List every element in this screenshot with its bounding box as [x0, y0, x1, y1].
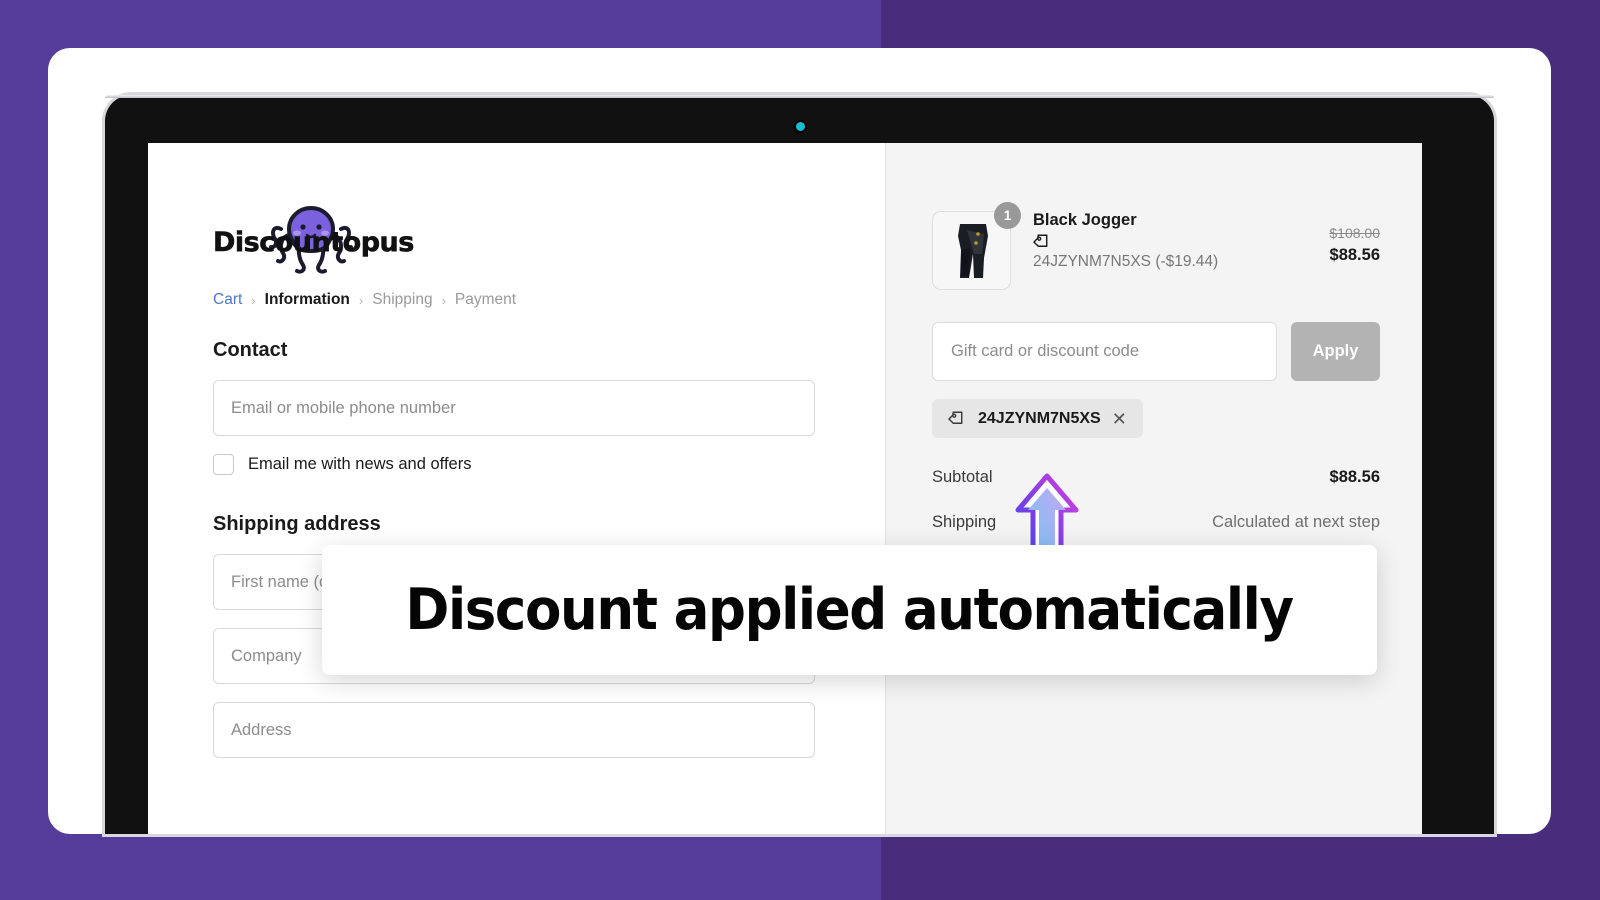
discount-code-row: Gift card or discount code Apply — [932, 322, 1380, 381]
email-field[interactable]: Email or mobile phone number — [213, 380, 815, 436]
address-placeholder: Address — [231, 720, 292, 739]
apply-button[interactable]: Apply — [1291, 322, 1380, 381]
product-price-final: $88.56 — [1329, 246, 1380, 264]
breadcrumb-separator-icon: › — [251, 292, 256, 308]
callout-text: Discount applied automatically — [405, 577, 1295, 643]
breadcrumb-item-payment[interactable]: Payment — [455, 291, 516, 309]
shipping-label: Shipping — [932, 513, 997, 531]
brand-logo-text: Discountopus — [213, 227, 415, 259]
product-discount-line: 24JZYNM7N5XS (-$19.44) — [1033, 232, 1329, 271]
discount-code-placeholder: Gift card or discount code — [951, 342, 1140, 360]
shipping-section-title: Shipping address — [213, 513, 381, 535]
checkout-form-panel: Discountopus Cart › Information › Shippi… — [148, 143, 885, 834]
product-price-original: $108.00 — [1329, 225, 1380, 241]
shipping-value: Calculated at next step — [1212, 513, 1380, 531]
subtotal-value: $88.56 — [1329, 468, 1380, 486]
newsletter-checkbox[interactable] — [213, 454, 234, 475]
product-name: Black Jogger — [1033, 211, 1137, 229]
contact-section-title: Contact — [213, 339, 288, 361]
discount-code-input[interactable]: Gift card or discount code — [932, 322, 1277, 381]
device-top-highlight — [105, 95, 1494, 98]
product-discount-code: 24JZYNM7N5XS (-$19.44) — [1033, 253, 1219, 270]
black-jogger-image — [957, 223, 988, 278]
browser-screen: Discountopus Cart › Information › Shippi… — [148, 143, 1422, 834]
breadcrumb-separator-icon: › — [441, 292, 446, 308]
subtotal-row: Subtotal $88.56 — [932, 468, 1380, 487]
product-thumbnail-wrap: 1 — [932, 202, 1021, 290]
shipping-row: Shipping Calculated at next step — [932, 513, 1380, 532]
quantity-badge: 1 — [994, 202, 1021, 229]
email-field-placeholder: Email or mobile phone number — [231, 398, 456, 417]
screenshot-stage: Discountopus Cart › Information › Shippi… — [0, 0, 1600, 900]
subtotal-label: Subtotal — [932, 468, 993, 486]
company-placeholder: Company — [231, 646, 302, 665]
breadcrumb-item-cart[interactable]: Cart — [213, 291, 242, 309]
product-info: Black Jogger 24JZYNM7N5XS (-$19.44) — [1033, 211, 1329, 271]
tag-icon — [948, 411, 963, 424]
newsletter-row[interactable]: Email me with news and offers — [213, 454, 885, 475]
brand-logo[interactable]: Discountopus — [213, 203, 513, 275]
tag-icon — [1033, 234, 1048, 247]
camera-dot-icon — [795, 122, 805, 131]
product-prices: $108.00 $88.56 — [1329, 211, 1380, 265]
address-field[interactable]: Address — [213, 702, 815, 758]
order-summary-panel: 1 Black Jogger 24JZYNM7N5XS (-$19.44) $1… — [885, 143, 1422, 834]
breadcrumb-item-information[interactable]: Information — [265, 291, 350, 309]
applied-discount-chip[interactable]: 24JZYNM7N5XS ✕ — [932, 399, 1143, 438]
newsletter-label: Email me with news and offers — [248, 455, 472, 473]
order-line-item: 1 Black Jogger 24JZYNM7N5XS (-$19.44) $1… — [932, 202, 1380, 290]
breadcrumb: Cart › Information › Shipping › Payment — [213, 291, 885, 309]
callout-card: Discount applied automatically — [322, 545, 1377, 675]
applied-discount-code: 24JZYNM7N5XS — [978, 409, 1101, 427]
breadcrumb-item-shipping[interactable]: Shipping — [372, 291, 432, 309]
breadcrumb-separator-icon: › — [358, 292, 364, 308]
close-icon[interactable]: ✕ — [1112, 410, 1127, 428]
